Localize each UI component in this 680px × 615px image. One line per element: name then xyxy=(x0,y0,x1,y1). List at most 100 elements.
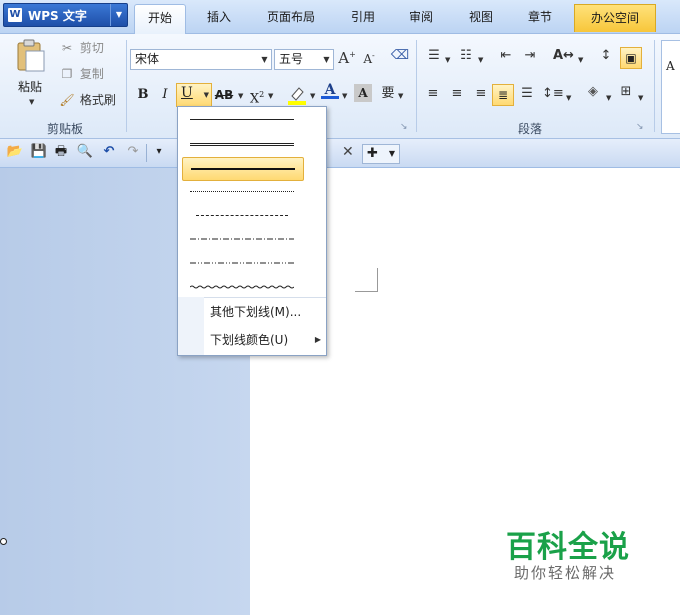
undo-icon[interactable]: ↶ xyxy=(100,143,118,161)
preview-icon[interactable]: 🔍 xyxy=(76,143,94,161)
tab-chapter[interactable]: 章节 xyxy=(517,4,563,31)
tab-references[interactable]: 引用 xyxy=(340,4,386,31)
highlight-dropdown-arrow[interactable]: ▼ xyxy=(310,92,315,100)
asian-layout-dropdown-arrow[interactable]: ▼ xyxy=(578,56,583,64)
phonetic-guide-button[interactable]: 要 xyxy=(378,82,398,101)
underline-option-dash-dot-dot[interactable] xyxy=(182,253,302,275)
phonetic-dropdown-arrow[interactable]: ▼ xyxy=(398,92,403,100)
chevron-down-icon: ▼ xyxy=(261,55,268,64)
paste-dropdown-arrow[interactable]: ▼ xyxy=(29,98,34,106)
group-divider xyxy=(654,40,655,132)
highlighter-icon xyxy=(288,87,306,105)
borders-icon[interactable]: ⊞ xyxy=(617,84,635,99)
tab-view[interactable]: 视图 xyxy=(458,4,504,31)
chevron-down-icon: ▼ xyxy=(388,149,395,158)
underline-option-double[interactable] xyxy=(182,133,302,155)
tab-office-space[interactable]: 办公空间 xyxy=(574,4,656,32)
underline-option-dashed[interactable] xyxy=(182,205,302,227)
bullets-button[interactable]: ☰ xyxy=(424,48,444,63)
grow-font-button[interactable]: A+ xyxy=(338,49,356,67)
font-color-dropdown-arrow[interactable]: ▼ xyxy=(342,92,347,100)
underline-option-dash-dot[interactable] xyxy=(182,229,302,251)
asian-layout-button[interactable]: A↔ xyxy=(553,48,574,63)
highlight-button[interactable] xyxy=(286,84,308,106)
folder-icon[interactable]: 📂 xyxy=(6,143,24,161)
underline-option-wave[interactable] xyxy=(182,277,302,299)
font-dialog-launcher[interactable]: ↘ xyxy=(400,122,408,132)
group-divider xyxy=(416,40,417,132)
numbering-dropdown-arrow[interactable]: ▼ xyxy=(478,56,483,64)
style-preview-glyph: A xyxy=(666,59,675,73)
selection-handle[interactable] xyxy=(0,538,7,545)
close-icon[interactable]: ✕ xyxy=(342,144,354,160)
align-left-button[interactable]: ≡ xyxy=(424,86,442,101)
customize-toolbar-icon[interactable]: ▾ xyxy=(150,143,168,161)
distribute-button[interactable]: ☰ xyxy=(518,86,536,101)
shading-dropdown-arrow[interactable]: ▼ xyxy=(606,94,611,102)
increase-indent-button[interactable]: ⇥ xyxy=(520,48,540,63)
menu-item-underline-color[interactable]: 下划线颜色(U) ▶ xyxy=(178,326,326,354)
justify-button[interactable]: ≣ xyxy=(492,84,514,106)
bold-button[interactable]: B xyxy=(133,84,153,106)
font-name-combo[interactable]: 宋体 ▼ xyxy=(130,49,272,70)
bullets-dropdown-arrow[interactable]: ▼ xyxy=(445,56,450,64)
superscript-button[interactable]: X2 xyxy=(247,84,267,106)
watermark-subtitle: 助你轻松解决 xyxy=(514,564,617,582)
chevron-down-icon: ▼ xyxy=(323,55,330,64)
watermark-title: 百科全说 xyxy=(506,530,630,565)
underline-button[interactable]: U ▼ xyxy=(176,83,212,107)
italic-button[interactable]: I xyxy=(155,84,175,106)
app-menu-button[interactable]: W WPS 文字 ▼ xyxy=(3,3,128,27)
chevron-right-icon: ▶ xyxy=(314,335,321,344)
brush-icon: 🖌 xyxy=(59,93,75,107)
borders-dropdown-arrow[interactable]: ▼ xyxy=(638,94,643,102)
tab-page-layout[interactable]: 页面布局 xyxy=(256,4,326,31)
print-icon[interactable]: 🖶 xyxy=(52,143,70,161)
superscript-dropdown-arrow[interactable]: ▼ xyxy=(268,92,273,100)
tab-review[interactable]: 审阅 xyxy=(398,4,444,31)
paragraph-shading-icon[interactable]: ◈ xyxy=(584,84,602,99)
clear-format-icon[interactable]: ⌫ xyxy=(390,48,410,63)
tab-insert[interactable]: 插入 xyxy=(196,4,242,31)
show-marks-button[interactable]: ▣ xyxy=(620,47,642,69)
copy-button[interactable]: ❐ 复制 xyxy=(58,64,104,84)
plus-icon: ✚ xyxy=(367,146,378,161)
paragraph-dialog-launcher[interactable]: ↘ xyxy=(636,122,644,132)
align-right-button[interactable]: ≡ xyxy=(472,86,490,101)
cut-button[interactable]: ✂ 剪切 xyxy=(58,38,104,58)
paste-button[interactable] xyxy=(14,38,48,74)
wps-logo-icon: W xyxy=(8,8,22,22)
page-margin-mark xyxy=(355,291,377,292)
shrink-font-button[interactable]: A- xyxy=(360,51,378,66)
sort-button[interactable]: ↕ xyxy=(598,48,614,63)
chevron-down-icon: ▼ xyxy=(203,91,209,99)
underline-option-thick[interactable] xyxy=(182,157,304,181)
font-size-combo[interactable]: 五号 ▼ xyxy=(274,49,334,70)
align-center-button[interactable]: ≡ xyxy=(448,86,466,101)
format-painter-button[interactable]: 🖌 格式刷 xyxy=(58,90,115,110)
redo-icon[interactable]: ↷ xyxy=(124,143,142,161)
underline-option-dotted[interactable] xyxy=(182,181,302,203)
scissors-icon: ✂ xyxy=(61,41,73,55)
decrease-indent-button[interactable]: ⇤ xyxy=(496,48,516,63)
tab-home[interactable]: 开始 xyxy=(134,4,186,34)
paragraph-group-label: 段落 xyxy=(517,122,542,136)
line-spacing-dropdown-arrow[interactable]: ▼ xyxy=(566,94,571,102)
clipboard-icon xyxy=(17,39,45,72)
underline-style-menu: 其他下划线(M)... 下划线颜色(U) ▶ xyxy=(177,106,327,356)
font-color-button[interactable]: A xyxy=(321,82,339,99)
char-shading-button[interactable]: A xyxy=(354,84,372,102)
toolbar-divider xyxy=(146,144,147,162)
strikethrough-dropdown-arrow[interactable]: ▼ xyxy=(238,92,243,100)
chevron-down-icon: ▼ xyxy=(110,4,127,26)
numbering-button[interactable]: ☷ xyxy=(456,48,476,63)
strikethrough-button[interactable]: AB xyxy=(212,84,236,106)
app-title: WPS 文字 xyxy=(28,9,87,23)
underline-option-single[interactable] xyxy=(182,109,302,131)
save-icon[interactable]: 💾 xyxy=(30,143,48,161)
group-divider xyxy=(126,40,127,132)
menu-item-more-underlines[interactable]: 其他下划线(M)... xyxy=(178,298,326,326)
line-spacing-button[interactable]: ↕≡ xyxy=(542,86,564,101)
new-doc-tab-button[interactable]: ✚ ▼ xyxy=(362,144,400,164)
styles-gallery[interactable]: A xyxy=(661,40,680,134)
